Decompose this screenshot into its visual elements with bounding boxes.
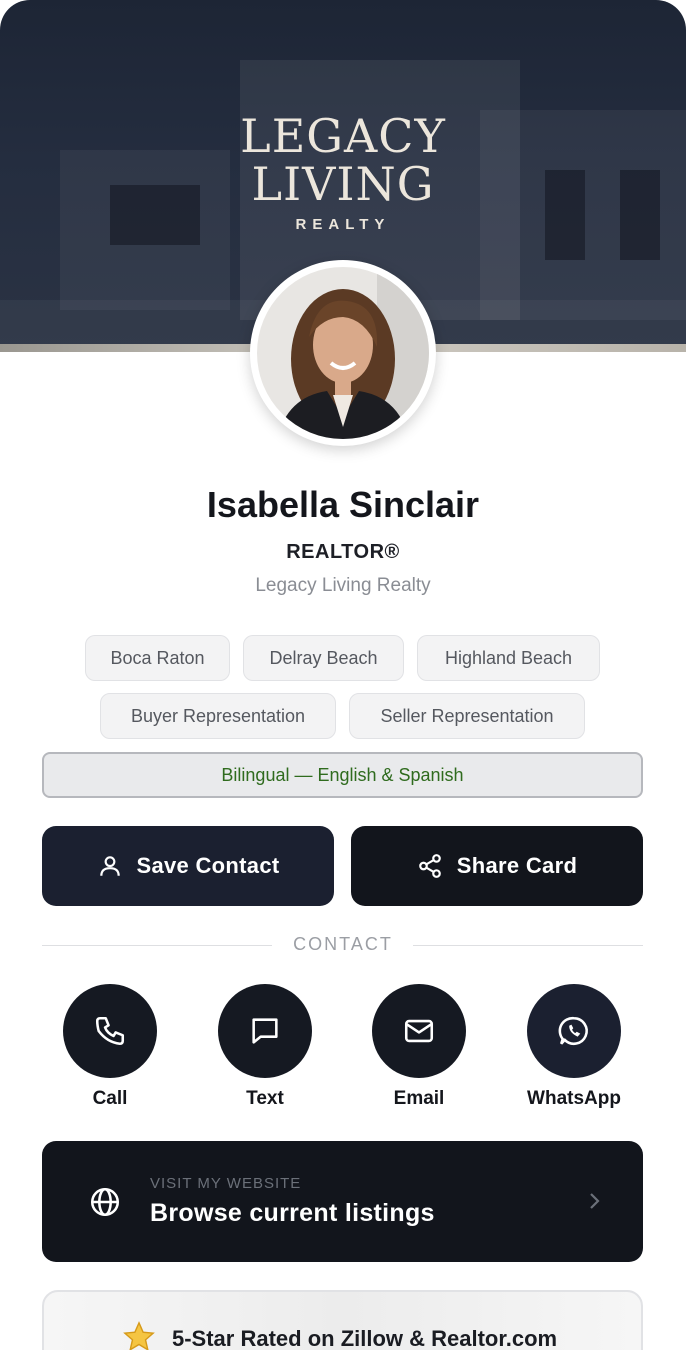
- tag-chip: Delray Beach: [243, 635, 404, 681]
- language-badge: Bilingual — English & Spanish: [42, 752, 643, 798]
- tag-chip: Seller Representation: [349, 693, 585, 739]
- profile-title: REALTOR®: [286, 541, 400, 563]
- rating-label: 5-Star Rated on Zillow & Realtor.com: [172, 1326, 558, 1350]
- logo-line-1: LEGACY: [240, 109, 446, 163]
- tag-chip: Highland Beach: [417, 635, 600, 681]
- save-contact-label: Save Contact: [136, 853, 280, 878]
- whatsapp-icon: [558, 1016, 588, 1045]
- text-button[interactable]: [218, 984, 312, 1078]
- whatsapp-button[interactable]: [527, 984, 621, 1078]
- section-divider: [413, 945, 643, 946]
- email-button[interactable]: [372, 984, 466, 1078]
- rating-banner: 5-Star Rated on Zillow & Realtor.com: [42, 1290, 643, 1350]
- website-eyebrow: VISIT MY WEBSITE: [150, 1175, 302, 1192]
- brand-logo: LEGACY LIVING REALTY: [0, 112, 686, 233]
- mail-icon: [404, 1019, 434, 1043]
- business-card: LEGACY LIVING REALTY Isabella Sinclair R…: [0, 0, 686, 1350]
- email-label: Email: [393, 1088, 445, 1109]
- call-action[interactable]: Call: [50, 984, 170, 1110]
- logo-line-3: REALTY: [295, 216, 391, 233]
- call-button[interactable]: [63, 984, 157, 1078]
- profile-name: Isabella Sinclair: [206, 484, 480, 525]
- text-action[interactable]: Text: [205, 984, 325, 1110]
- save-contact-button[interactable]: Save Contact: [42, 826, 334, 906]
- avatar: [250, 260, 436, 446]
- chevron-right-icon: [590, 1193, 600, 1209]
- email-action[interactable]: Email: [359, 984, 479, 1110]
- website-label: Browse current listings: [150, 1199, 435, 1227]
- star-icon: [123, 1321, 155, 1350]
- logo-line-2: LIVING: [251, 157, 435, 211]
- share-icon: [418, 854, 441, 878]
- tag-chip: Buyer Representation: [100, 693, 336, 739]
- whatsapp-action[interactable]: WhatsApp: [514, 984, 634, 1110]
- share-card-label: Share Card: [456, 853, 578, 878]
- profile-company: Legacy Living Realty: [255, 575, 431, 596]
- avatar-portrait: [257, 267, 429, 439]
- phone-icon: [95, 1016, 125, 1046]
- message-icon: [252, 1018, 278, 1044]
- call-label: Call: [92, 1088, 128, 1109]
- website-link[interactable]: VISIT MY WEBSITE Browse current listings: [42, 1141, 643, 1262]
- globe-icon: [90, 1187, 120, 1217]
- tag-chip: Boca Raton: [85, 635, 230, 681]
- whatsapp-label: WhatsApp: [527, 1088, 621, 1109]
- person-icon: [99, 856, 120, 876]
- text-label: Text: [246, 1088, 284, 1109]
- share-card-button[interactable]: Share Card: [351, 826, 643, 906]
